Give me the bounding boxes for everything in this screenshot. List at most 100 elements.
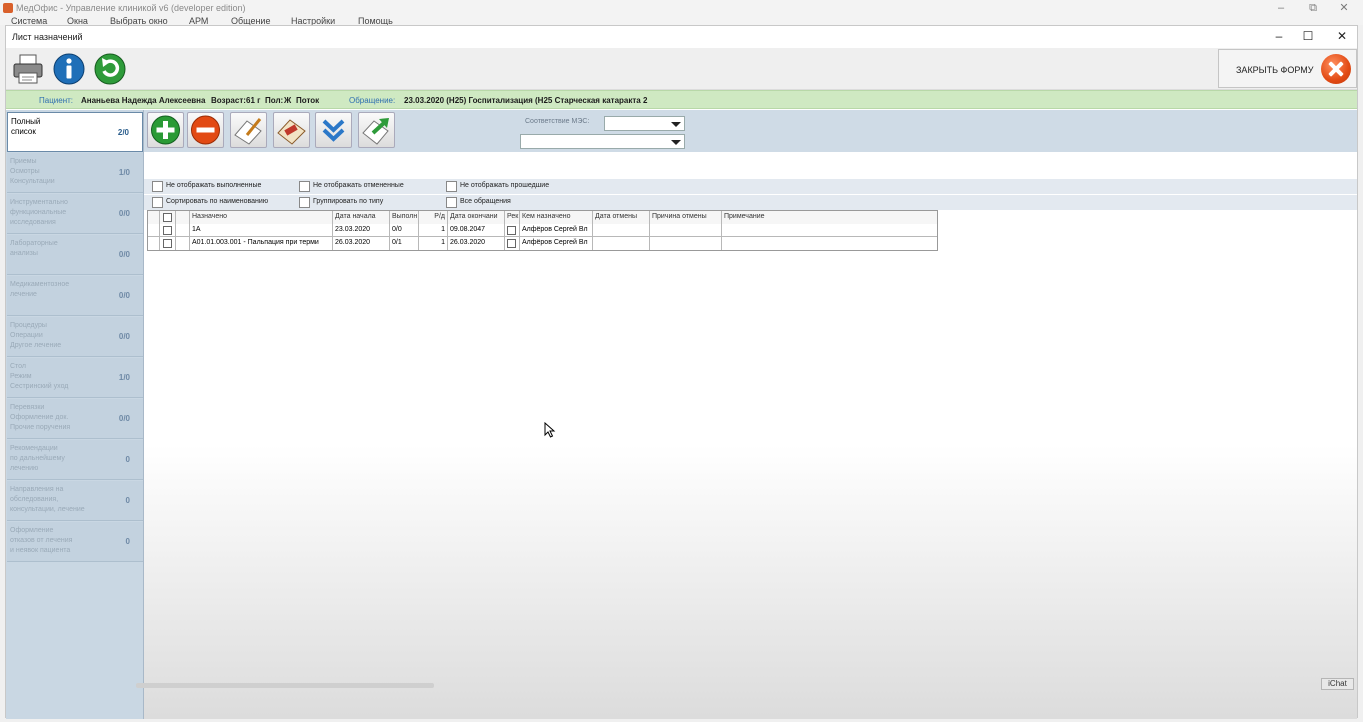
group-by-type-checkbox[interactable] [299, 197, 310, 208]
cell-cancel-date [593, 224, 650, 237]
header-cancel-date[interactable]: Дата отмены [593, 211, 650, 224]
rec-checkbox[interactable] [507, 239, 516, 248]
add-group-button[interactable] [273, 112, 310, 148]
cell-rec [505, 224, 520, 237]
menu-item-windows[interactable]: Окна [67, 17, 88, 25]
refresh-icon[interactable] [93, 52, 127, 86]
sidebar-item-count: 0/0 [118, 332, 130, 341]
sidebar-item-medication[interactable]: Медикаментозное лечение 0/0 [7, 276, 143, 316]
sidebar-item-label: Процедуры Операции Другое лечение [10, 322, 62, 349]
info-icon[interactable] [52, 52, 86, 86]
hide-past-checkbox[interactable] [446, 181, 457, 192]
remove-button[interactable] [187, 112, 224, 148]
cell-end-date: 09.08.2047 [448, 224, 505, 237]
menu-item-communication[interactable]: Общение [231, 17, 270, 25]
expand-all-button[interactable] [315, 112, 352, 148]
sidebar-item-procedures[interactable]: Процедуры Операции Другое лечение 0/0 [7, 317, 143, 357]
filter-row-1: Не отображать выполненные Не отображать … [144, 179, 1357, 194]
patient-name: Ананьева Надежда Алексеевна [81, 96, 206, 105]
header-note[interactable]: Примечание [722, 211, 937, 224]
form-title-bar: Лист назначений – ☐ ✕ [6, 26, 1357, 48]
cell-cancel-reason [650, 224, 722, 237]
header-cancel-reason[interactable]: Причина отмены [650, 211, 722, 224]
cell-cancel-date [593, 237, 650, 250]
sidebar-item-label: Медикаментозное лечение [10, 281, 70, 298]
sidebar-item-label: Полный список [11, 117, 41, 136]
sidebar-item-lab[interactable]: Лабораторные анализы 0/0 [7, 235, 143, 275]
header-assigned-by[interactable]: Кем назначено [520, 211, 593, 224]
close-icon[interactable]: ✕ [1334, 2, 1354, 14]
app-title-bar: МедОфис - Управление клиникой v6 (develo… [0, 0, 1363, 17]
minimize-icon[interactable]: – [1271, 2, 1291, 14]
row-select-cell [160, 224, 176, 237]
cell-assigned-by: Алфёров Сергей Вл [520, 237, 593, 250]
all-appeals-label: Все обращения [460, 198, 511, 205]
mes-select[interactable] [604, 116, 685, 131]
form-close-icon[interactable]: ✕ [1332, 29, 1352, 43]
rec-checkbox[interactable] [507, 226, 516, 235]
edit-document-icon [234, 118, 262, 145]
edit-button[interactable] [230, 112, 267, 148]
close-form-label: ЗАКРЫТЬ ФОРМУ [1236, 65, 1314, 75]
menu-item-arm[interactable]: АРМ [189, 17, 208, 25]
category-sidebar: Полный список 2/0 Приемы Осмотры Консульт… [6, 110, 144, 719]
cell-start-date: 23.03.2020 [333, 224, 390, 237]
sidebar-item-instrumental[interactable]: Инструментально функциональные исследова… [7, 194, 143, 234]
sidebar-item-recommendations[interactable]: Рекомендации по дальнейшему лечению 0 [7, 440, 143, 480]
hide-completed-checkbox[interactable] [152, 181, 163, 192]
ichat-button[interactable]: iChat [1321, 678, 1354, 690]
add-button[interactable] [147, 112, 184, 148]
sidebar-item-count: 0 [125, 496, 130, 505]
cell-start-date: 26.03.2020 [333, 237, 390, 250]
menu-item-help[interactable]: Помощь [358, 17, 393, 25]
menu-item-system[interactable]: Система [11, 17, 47, 25]
sidebar-item-referrals[interactable]: Направления на обследования, консультаци… [7, 481, 143, 521]
restore-icon[interactable]: ⧉ [1303, 2, 1323, 14]
sidebar-item-diet[interactable]: Стол Режим Сестринский уход 1/0 [7, 358, 143, 398]
header-start-date[interactable]: Дата начала [333, 211, 390, 224]
cell-assigned-by: Алфёров Сергей Вл [520, 224, 593, 237]
horizontal-scrollbar[interactable] [136, 683, 434, 688]
sidebar-item-dressings[interactable]: Перевязки Оформление док. Прочие поручен… [7, 399, 143, 439]
row-indicator [148, 237, 160, 250]
sort-by-name-checkbox[interactable] [152, 197, 163, 208]
appeal-label: Обращение: [349, 96, 396, 105]
header-end-date[interactable]: Дата окончани [448, 211, 505, 224]
all-appeals-checkbox[interactable] [446, 197, 457, 208]
cell-rd: 1 [419, 224, 448, 237]
sidebar-item-full-list[interactable]: Полный список 2/0 [7, 112, 143, 152]
form-minimize-icon[interactable]: – [1269, 29, 1289, 43]
mes-label: Соответствие МЭС: [525, 118, 590, 125]
hide-cancelled-label: Не отображать отмененные [313, 182, 404, 189]
row-checkbox[interactable] [163, 239, 172, 248]
app-logo-icon [3, 3, 13, 13]
sidebar-item-label: Оформление отказов от лечения и неявок п… [10, 527, 73, 554]
sidebar-item-count: 1/0 [118, 373, 130, 382]
sidebar-item-refusals[interactable]: Оформление отказов от лечения и неявок п… [7, 522, 143, 562]
sidebar-item-consultations[interactable]: Приемы Осмотры Консультации 1/0 [7, 153, 143, 193]
sidebar-item-label: Перевязки Оформление док. Прочие поручен… [10, 404, 71, 431]
table-row[interactable]: А01.01.003.001 - Пальпация при терми 26.… [148, 237, 937, 250]
print-icon[interactable] [11, 52, 45, 86]
close-form-button[interactable]: ЗАКРЫТЬ ФОРМУ [1218, 49, 1357, 88]
secondary-select[interactable] [520, 134, 685, 149]
double-chevron-down-icon [322, 119, 345, 142]
hide-cancelled-checkbox[interactable] [299, 181, 310, 192]
table-row[interactable]: 1А 23.03.2020 0/0 1 09.08.2047 Алфёров С… [148, 224, 937, 237]
form-maximize-icon[interactable]: ☐ [1298, 29, 1318, 43]
export-button[interactable] [358, 112, 395, 148]
row-checkbox[interactable] [163, 226, 172, 235]
header-assigned[interactable]: Назначено [190, 211, 333, 224]
group-by-type-label: Группировать по типу [313, 198, 384, 205]
cell-rec [505, 237, 520, 250]
header-done[interactable]: Выполн [390, 211, 419, 224]
header-rec[interactable]: Рек [505, 211, 520, 224]
sidebar-item-count: 0/0 [118, 250, 130, 259]
form-toolbar: ЗАКРЫТЬ ФОРМУ [6, 48, 1357, 90]
select-all-checkbox[interactable] [163, 213, 172, 222]
menu-item-select-window[interactable]: Выбрать окно [110, 17, 168, 25]
row-indicator-header [148, 211, 160, 224]
menu-item-settings[interactable]: Настройки [291, 17, 335, 25]
stamp-document-icon [277, 119, 306, 145]
header-rd[interactable]: Р/д [419, 211, 448, 224]
